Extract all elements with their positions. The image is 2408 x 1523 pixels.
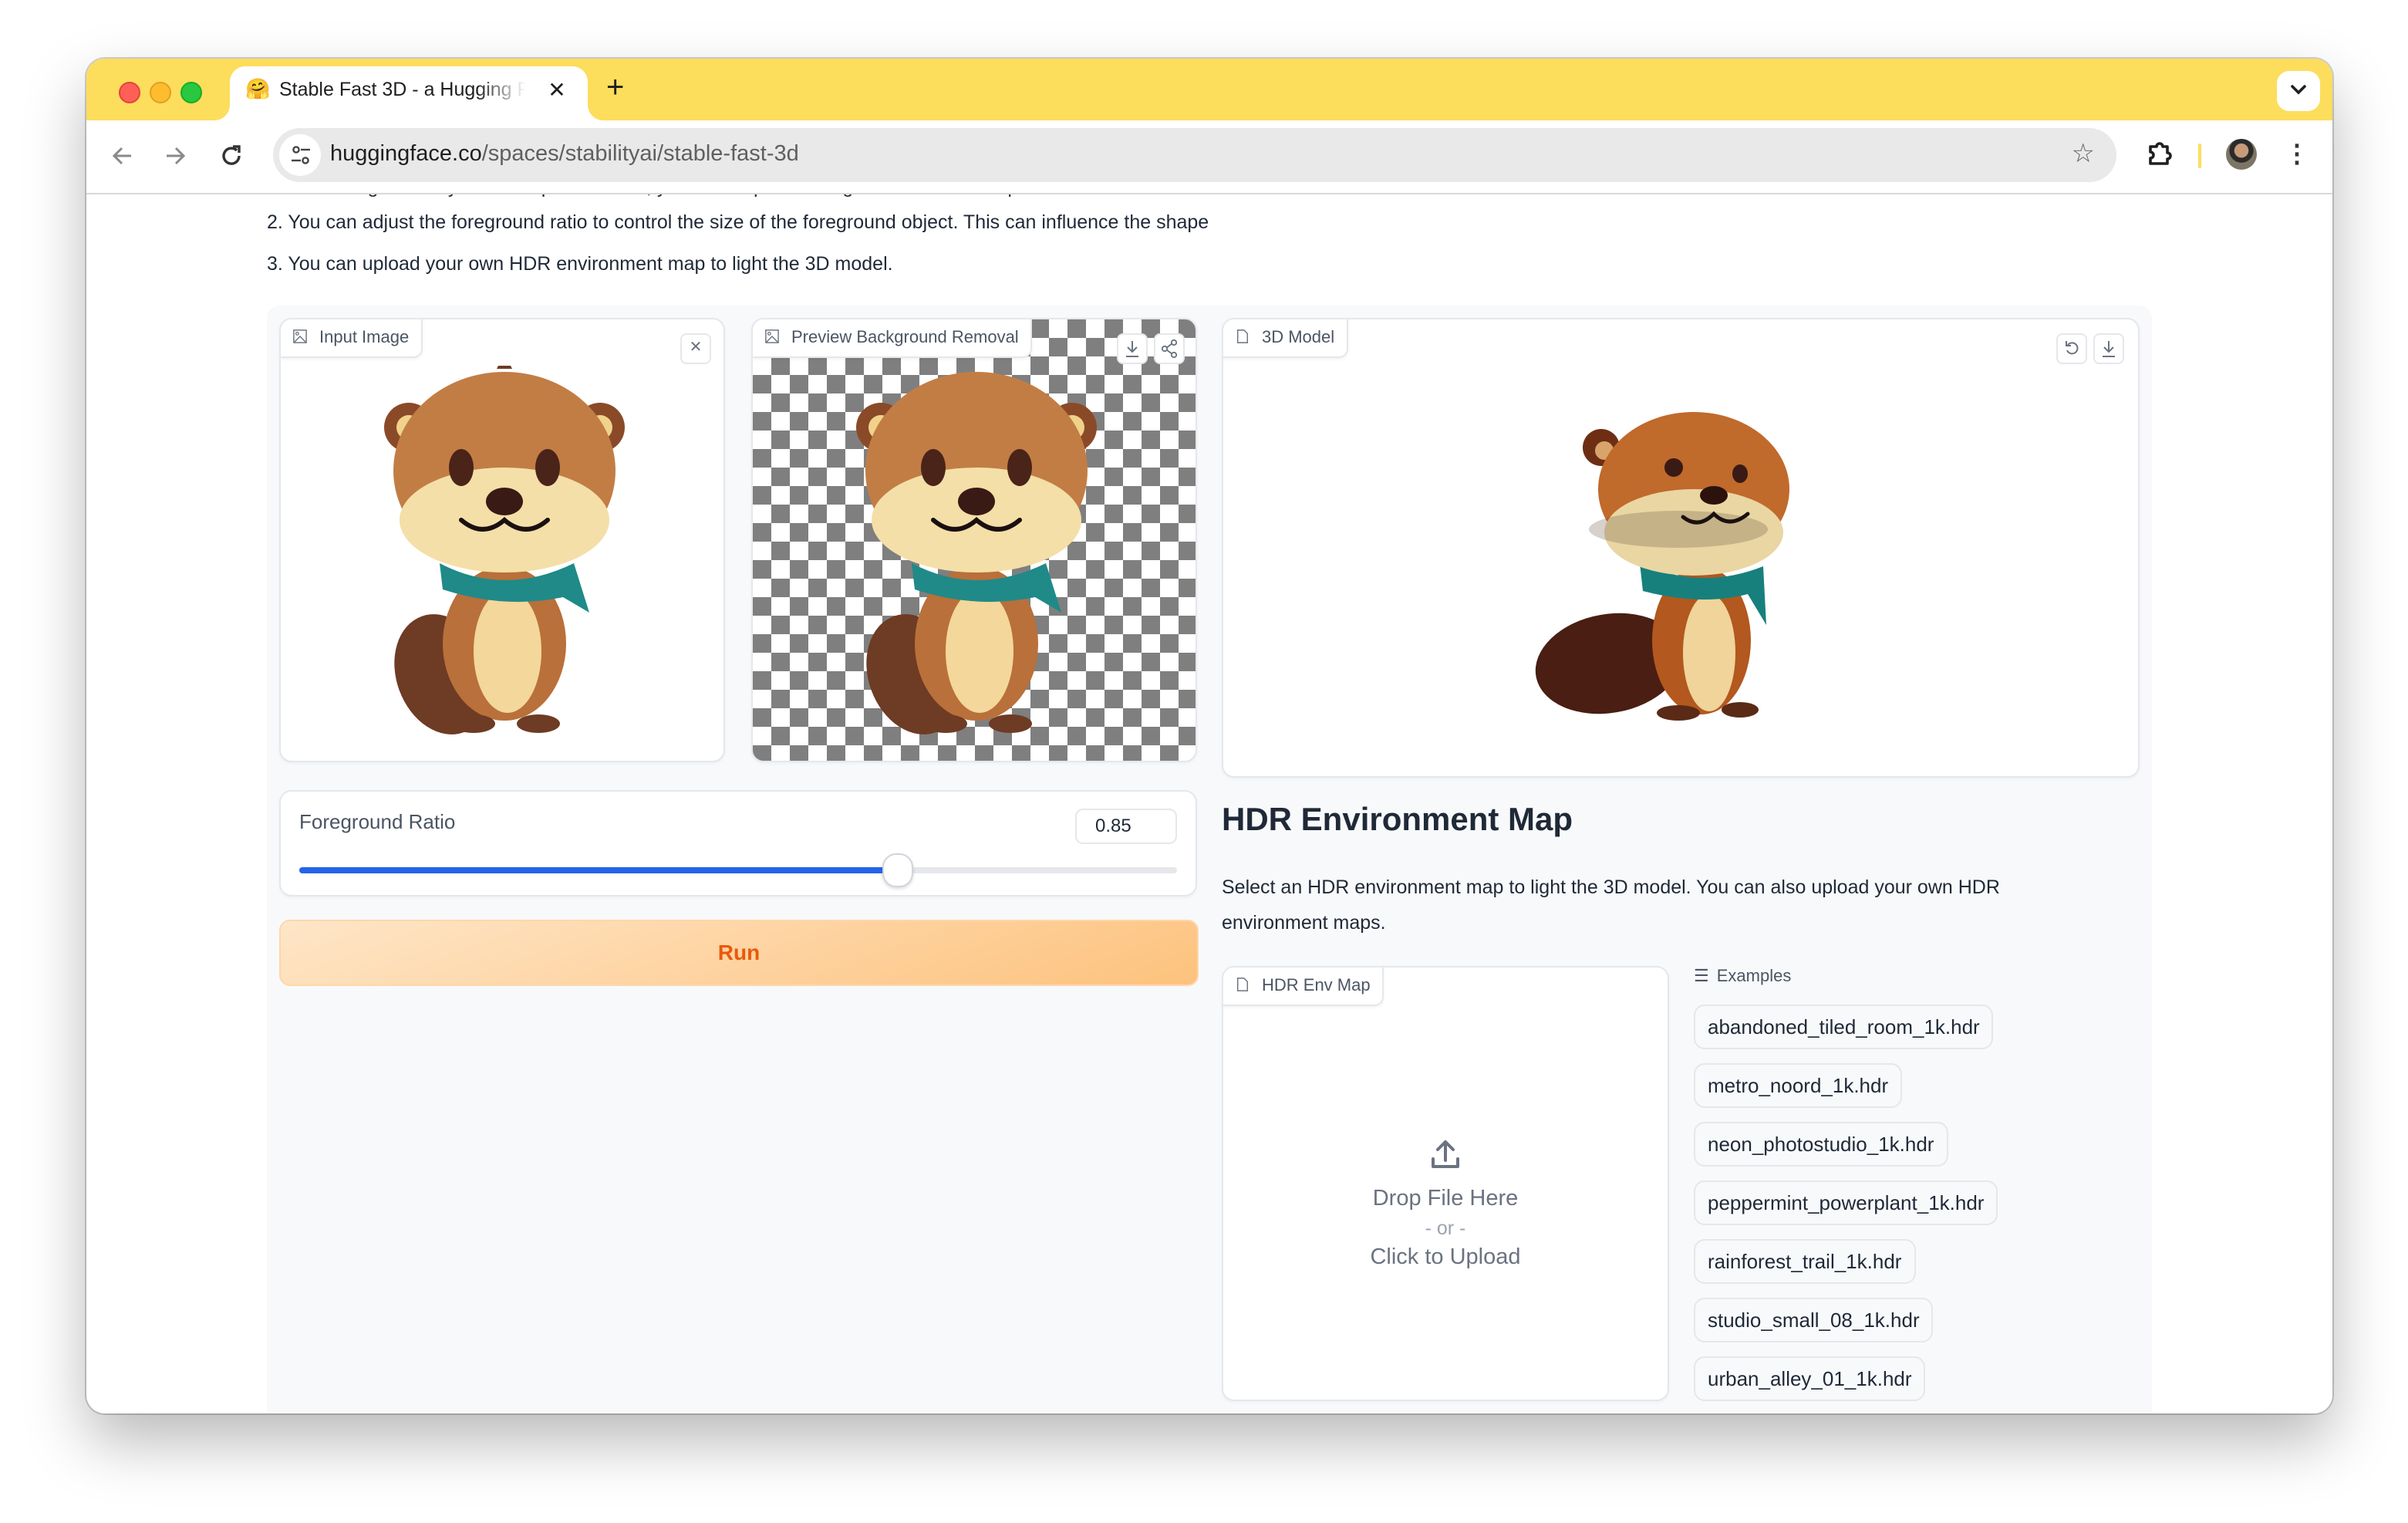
extensions-button[interactable] bbox=[2144, 139, 2175, 170]
back-button[interactable] bbox=[105, 139, 139, 173]
preview-label-text: Preview Background Removal bbox=[791, 329, 1019, 347]
reset-view-button[interactable] bbox=[2056, 333, 2087, 364]
undo-icon bbox=[2066, 341, 2079, 355]
hdr-upload-dropzone[interactable]: HDR Env Map Drop File Here - or - Click … bbox=[1222, 966, 1669, 1401]
reload-button[interactable] bbox=[214, 139, 248, 173]
tab-stable-fast-3d[interactable]: 🤗 Stable Fast 3D - a Hugging Face Space … bbox=[230, 66, 588, 120]
download-icon bbox=[1126, 341, 1138, 357]
3d-model-block[interactable]: 3D Model bbox=[1222, 318, 2140, 778]
tune-icon bbox=[291, 146, 309, 164]
otter-illustration bbox=[384, 353, 625, 734]
input-image-label-text: Input Image bbox=[319, 329, 410, 347]
example-item[interactable]: neon_photostudio_1k.hdr bbox=[1694, 1122, 1948, 1167]
toolbar-separator bbox=[2198, 144, 2201, 168]
image-icon bbox=[293, 329, 307, 343]
maximize-window-button[interactable] bbox=[180, 82, 202, 103]
example-item[interactable]: peppermint_powerplant_1k.hdr bbox=[1694, 1180, 1998, 1225]
file-icon bbox=[1236, 978, 1249, 991]
preview-background-removal-block: Preview Background Removal bbox=[751, 318, 1197, 762]
tab-search-button[interactable] bbox=[2277, 71, 2320, 111]
upload-prompt[interactable]: Drop File Here - or - Click to Upload bbox=[1223, 1137, 1668, 1270]
drop-file-text: Drop File Here bbox=[1372, 1187, 1519, 1211]
reload-icon bbox=[222, 145, 241, 165]
example-item[interactable]: urban_alley_01_1k.hdr bbox=[1694, 1356, 1926, 1401]
or-text: - or - bbox=[1425, 1217, 1466, 1239]
address-bar[interactable]: huggingface.co/spaces/stabilityai/stable… bbox=[273, 128, 2116, 182]
tab-close-icon[interactable]: ✕ bbox=[543, 76, 571, 103]
new-tab-button[interactable]: + bbox=[606, 73, 624, 103]
preview-label: Preview Background Removal bbox=[753, 319, 1033, 358]
list-icon: ☰ bbox=[1694, 967, 1709, 986]
hugging-face-icon: 🤗 bbox=[245, 77, 271, 100]
forward-button[interactable] bbox=[159, 139, 193, 173]
download-icon bbox=[2103, 341, 2115, 357]
example-item[interactable]: rainforest_trail_1k.hdr bbox=[1694, 1239, 1916, 1284]
3d-model-viewer[interactable] bbox=[1532, 409, 1802, 741]
hdr-description: Select an HDR environment map to light t… bbox=[1222, 876, 2000, 934]
input-image-otter bbox=[366, 353, 643, 744]
hdr-upload-label-text: HDR Env Map bbox=[1262, 977, 1371, 995]
preview-share-button[interactable] bbox=[1154, 333, 1185, 364]
3d-model-label: 3D Model bbox=[1223, 319, 1349, 358]
chevron-down-icon bbox=[2291, 85, 2306, 95]
input-image-label: Input Image bbox=[281, 319, 423, 358]
example-item[interactable]: studio_small_08_1k.hdr bbox=[1694, 1298, 1934, 1342]
gradio-app: Input Image ✕ Preview Background Removal… bbox=[267, 306, 2152, 1413]
3d-model-label-text: 3D Model bbox=[1262, 329, 1335, 347]
example-item[interactable]: metro_noord_1k.hdr bbox=[1694, 1063, 1903, 1108]
browser-menu-icon[interactable]: ⋮ bbox=[2285, 139, 2309, 173]
site-info-button[interactable] bbox=[279, 134, 321, 176]
intro-line-2: 2. You can adjust the foreground ratio t… bbox=[267, 211, 1209, 233]
otter-illustration bbox=[856, 372, 1097, 734]
otter-3d-render bbox=[1535, 412, 1789, 721]
foreground-ratio-slider[interactable] bbox=[299, 853, 1177, 887]
browser-window: 🤗 Stable Fast 3D - a Hugging Face Space … bbox=[86, 59, 2332, 1413]
browser-toolbar: huggingface.co/spaces/stabilityai/stable… bbox=[86, 120, 2332, 194]
arrow-left-icon bbox=[112, 147, 131, 165]
foreground-ratio-input[interactable]: 0.85 bbox=[1075, 809, 1177, 844]
arrow-right-icon bbox=[167, 147, 186, 165]
hdr-upload-label: HDR Env Map bbox=[1223, 967, 1384, 1006]
foreground-ratio-block: Foreground Ratio 0.85 bbox=[279, 790, 1197, 897]
run-button[interactable]: Run bbox=[279, 920, 1199, 986]
examples-header-text: Examples bbox=[1716, 967, 1792, 986]
image-icon bbox=[765, 329, 779, 343]
clear-image-button[interactable]: ✕ bbox=[680, 333, 711, 364]
url-text[interactable]: huggingface.co/spaces/stabilityai/stable… bbox=[330, 142, 799, 167]
slider-fill bbox=[299, 867, 896, 873]
model-download-button[interactable] bbox=[2093, 333, 2124, 364]
preview-image-otter bbox=[838, 366, 1115, 744]
intro-line-1: 1. If the image already has an alpha cha… bbox=[267, 194, 1024, 198]
bookmark-star-icon[interactable]: ☆ bbox=[2072, 139, 2096, 170]
url-domain: huggingface.co bbox=[330, 142, 482, 167]
upload-icon bbox=[1432, 1140, 1459, 1168]
hdr-heading: HDR Environment Map bbox=[1222, 802, 1573, 838]
slider-thumb[interactable] bbox=[882, 853, 913, 887]
click-to-upload-text[interactable]: Click to Upload bbox=[1223, 1245, 1668, 1270]
minimize-window-button[interactable] bbox=[150, 82, 171, 103]
share-icon bbox=[1161, 339, 1178, 359]
tab-title: Stable Fast 3D - a Hugging Face Space bbox=[279, 79, 526, 100]
input-image-block[interactable]: Input Image ✕ bbox=[279, 318, 725, 762]
tab-strip: 🤗 Stable Fast 3D - a Hugging Face Space … bbox=[86, 59, 2332, 120]
close-window-button[interactable] bbox=[119, 82, 140, 103]
screenshot-stage: 🤗 Stable Fast 3D - a Hugging Face Space … bbox=[0, 0, 2408, 1523]
file-icon bbox=[1236, 329, 1249, 343]
puzzle-icon bbox=[2149, 142, 2172, 165]
preview-download-button[interactable] bbox=[1117, 333, 1148, 364]
foreground-ratio-label: Foreground Ratio bbox=[299, 810, 456, 833]
page-content: 1. If the image already has an alpha cha… bbox=[86, 194, 2332, 1413]
examples-header: ☰ Examples bbox=[1694, 966, 1791, 986]
close-icon: ✕ bbox=[689, 339, 703, 356]
intro-line-3: 3. You can upload your own HDR environme… bbox=[267, 253, 893, 275]
url-path: /spaces/stabilityai/stable-fast-3d bbox=[481, 142, 799, 167]
profile-avatar[interactable] bbox=[2226, 139, 2257, 170]
example-item[interactable]: abandoned_tiled_room_1k.hdr bbox=[1694, 1005, 1994, 1049]
